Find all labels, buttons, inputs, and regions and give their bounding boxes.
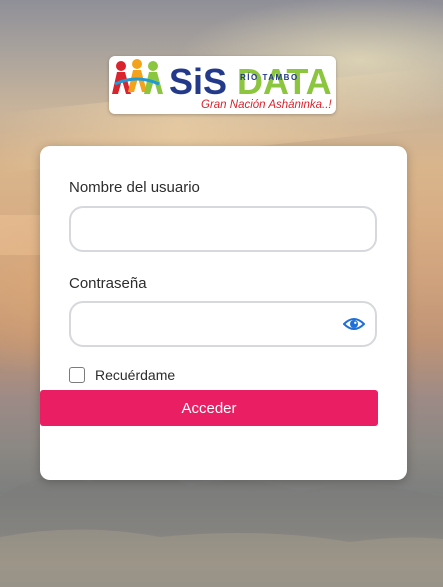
remember-me: Recuérdame <box>69 367 175 383</box>
logo-subtitle: RÍO TAMBO <box>240 73 299 82</box>
password-field-wrapper <box>69 301 377 347</box>
remember-label: Recuérdame <box>95 367 176 383</box>
username-field-wrapper <box>69 206 377 252</box>
password-label: Contraseña <box>69 275 147 292</box>
people-icon <box>112 59 163 94</box>
login-button[interactable]: Acceder <box>40 390 378 426</box>
logo-tagline: Gran Nación Asháninka..! <box>201 99 332 111</box>
password-input[interactable] <box>71 303 375 345</box>
login-card: Nombre del usuario Contraseña Recuérdame… <box>40 146 407 480</box>
eye-icon[interactable] <box>342 315 366 333</box>
logo-name-part1: SiS <box>169 61 227 102</box>
username-label: Nombre del usuario <box>69 179 200 196</box>
username-input[interactable] <box>71 208 375 250</box>
remember-checkbox[interactable] <box>69 367 85 383</box>
brand-logo: SiS DATA RÍO TAMBO Gran Nación Asháninka… <box>109 56 336 114</box>
